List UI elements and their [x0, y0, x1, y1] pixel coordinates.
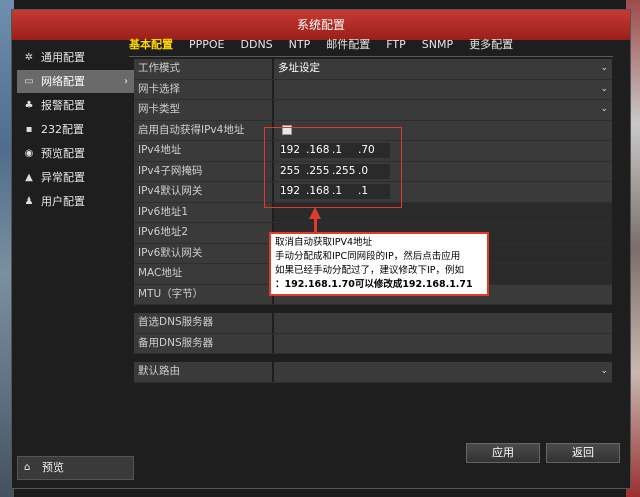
- dns-backup-label: 备用DNS服务器: [134, 333, 272, 353]
- apply-button[interactable]: 应用: [466, 443, 540, 463]
- default-route-select[interactable]: ⌄: [274, 362, 612, 382]
- tab-email[interactable]: 邮件配置: [326, 36, 370, 54]
- row-nic-type: 网卡类型 ⌄: [134, 100, 612, 121]
- sidebar-item-serial[interactable]: ▪ 232配置: [17, 118, 134, 141]
- annotation-line: 手动分配成和IPC同网段的IP，然后点击应用: [275, 251, 461, 262]
- work-mode-value: 多址设定: [278, 62, 320, 74]
- chevron-down-icon: ⌄: [600, 104, 608, 114]
- row-dns-backup: 备用DNS服务器: [134, 333, 612, 354]
- users-icon: ♟: [24, 196, 34, 207]
- sidebar: ✲ 通用配置 ▭ 网络配置 › ♣ 报警配置 ▪ 232配置 ◉ 预览配置 ▲ …: [17, 46, 134, 476]
- ipv6-gateway-label: IPv6默认网关: [134, 243, 272, 263]
- work-mode-select[interactable]: 多址设定 ⌄: [274, 59, 612, 79]
- chevron-down-icon: ⌄: [600, 83, 608, 94]
- ipv6-addr2-label: IPv6地址2: [134, 223, 272, 243]
- ipv4-gateway-label: IPv4默认网关: [134, 182, 272, 202]
- default-route-label: 默认路由: [134, 362, 272, 382]
- sidebar-item-network[interactable]: ▭ 网络配置 ›: [17, 70, 134, 93]
- ipv4-addr-label: IPv4地址: [134, 141, 272, 161]
- nic-type-select[interactable]: ⌄: [274, 100, 612, 120]
- form-gap: [134, 305, 612, 313]
- sidebar-item-label: 232配置: [41, 123, 84, 136]
- serial-icon: ▪: [25, 124, 33, 135]
- network-icon: ▭: [24, 76, 34, 87]
- tab-basic[interactable]: 基本配置: [129, 36, 173, 54]
- tab-more[interactable]: 更多配置: [469, 36, 513, 54]
- form-gap: [134, 354, 612, 362]
- tab-ddns[interactable]: DDNS: [241, 36, 273, 54]
- sidebar-item-exception[interactable]: ▲ 异常配置: [17, 166, 134, 189]
- tab-divider: [129, 56, 613, 57]
- gear-icon: ✲: [24, 52, 34, 63]
- preview-icon: ◉: [24, 148, 34, 159]
- work-mode-label: 工作模式: [134, 59, 272, 79]
- dns-primary-label: 首选DNS服务器: [134, 313, 272, 333]
- chevron-right-icon: ›: [124, 76, 128, 87]
- tab-pppoe[interactable]: PPPOE: [189, 36, 225, 54]
- sidebar-item-label: 异常配置: [41, 171, 85, 184]
- mac-label: MAC地址: [134, 264, 272, 284]
- mtu-label: MTU（字节）: [134, 284, 272, 304]
- chevron-down-icon: ⌄: [600, 63, 608, 73]
- annotation-line: 取消自动获取IPV4地址: [275, 237, 373, 248]
- preview-button[interactable]: ⌂ 预览: [17, 456, 134, 480]
- sidebar-item-preview[interactable]: ◉ 预览配置: [17, 142, 134, 165]
- dns-primary-field[interactable]: [274, 313, 612, 333]
- annotation-note: 取消自动获取IPV4地址 手动分配成和IPC同网段的IP，然后点击应用 如果已经…: [269, 232, 489, 296]
- preview-button-label: 预览: [42, 461, 64, 474]
- nic-select[interactable]: ⌄: [274, 79, 612, 99]
- sidebar-item-label: 通用配置: [41, 51, 85, 64]
- annotation-line: ：192.168.1.70可以修改成192.168.1.71: [275, 279, 473, 290]
- nic-type-label: 网卡类型: [134, 100, 272, 120]
- warning-icon: ▲: [25, 172, 33, 183]
- highlight-box: [264, 127, 402, 208]
- sidebar-item-alarm[interactable]: ♣ 报警配置: [17, 94, 134, 117]
- tab-snmp[interactable]: SNMP: [422, 36, 453, 54]
- arrow-stem: [313, 218, 317, 232]
- ipv6-addr1-label: IPv6地址1: [134, 202, 272, 222]
- dhcp-label: 启用自动获得IPv4地址: [134, 120, 272, 140]
- dns-backup-field[interactable]: [274, 333, 612, 353]
- row-nic-select: 网卡选择 ⌄: [134, 79, 612, 100]
- ipv4-mask-label: IPv4子网掩码: [134, 161, 272, 181]
- tab-ftp[interactable]: FTP: [386, 36, 406, 54]
- row-dns-primary: 首选DNS服务器: [134, 313, 612, 334]
- row-work-mode: 工作模式 多址设定 ⌄: [134, 59, 612, 80]
- home-icon: ⌂: [24, 462, 31, 473]
- back-button[interactable]: 返回: [546, 443, 620, 463]
- tab-ntp[interactable]: NTP: [289, 36, 311, 54]
- network-form: 工作模式 多址设定 ⌄ 网卡选择 ⌄ 网卡类型 ⌄ 启用自动获得IPv4地址 I…: [134, 59, 612, 383]
- sidebar-item-users[interactable]: ♟ 用户配置: [17, 190, 134, 213]
- sidebar-item-label: 预览配置: [41, 147, 85, 160]
- row-default-route: 默认路由 ⌄: [134, 362, 612, 383]
- annotation-line: 如果已经手动分配过了，建议修改下IP，例如: [275, 265, 465, 276]
- tab-bar: 基本配置 PPPOE DDNS NTP 邮件配置 FTP SNMP 更多配置: [129, 36, 529, 54]
- nic-select-label: 网卡选择: [134, 79, 272, 99]
- sidebar-item-label: 报警配置: [41, 99, 85, 112]
- alarm-icon: ♣: [24, 100, 34, 111]
- sidebar-item-label: 网络配置: [41, 75, 85, 88]
- chevron-down-icon: ⌄: [600, 366, 608, 376]
- sidebar-item-label: 用户配置: [41, 195, 85, 208]
- sidebar-item-general[interactable]: ✲ 通用配置: [17, 46, 134, 69]
